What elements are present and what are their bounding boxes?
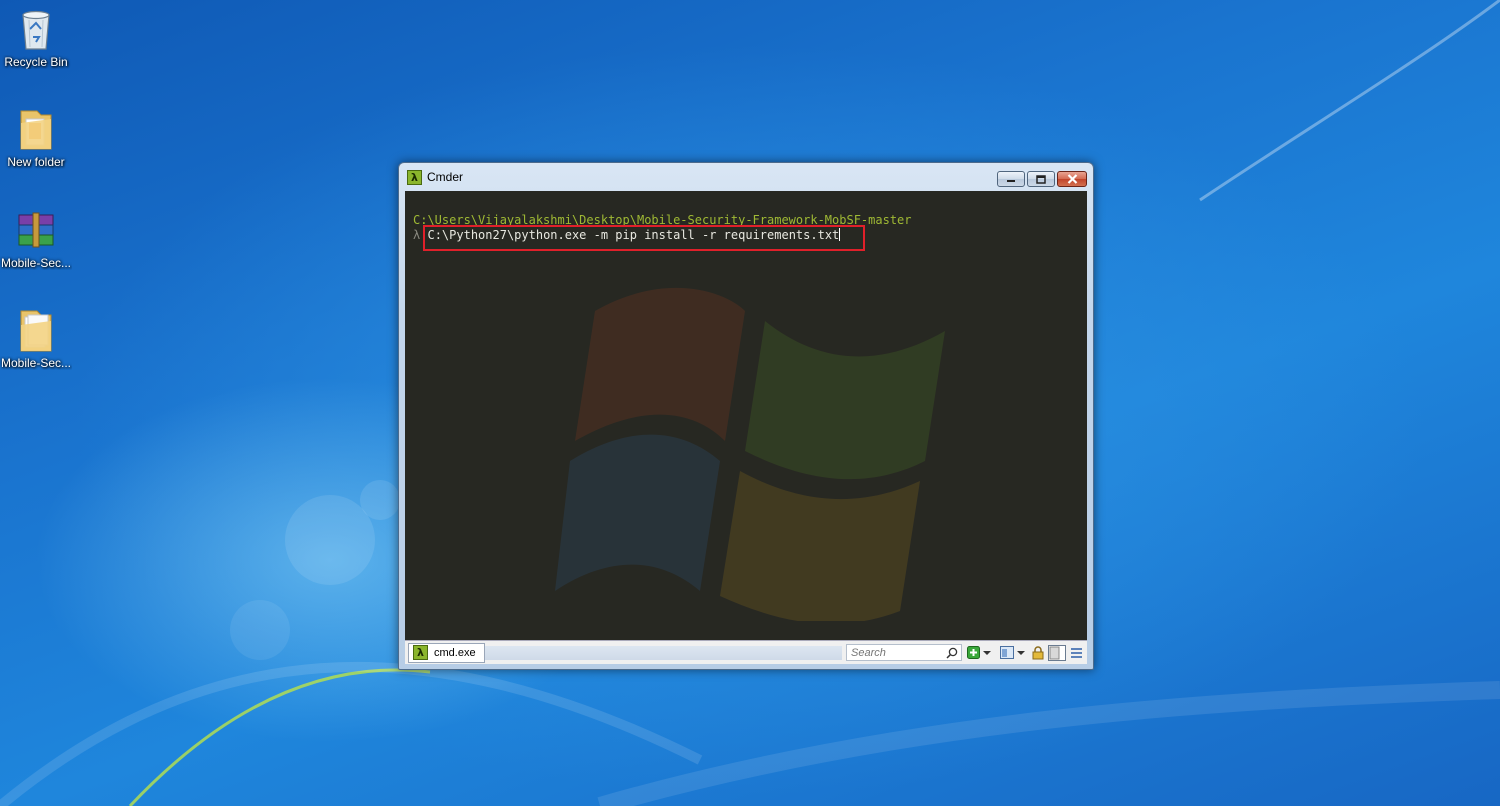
lambda-tab-icon: λ bbox=[413, 645, 428, 660]
window-controls bbox=[997, 171, 1087, 187]
winrar-archive-icon bbox=[14, 207, 58, 253]
folder-icon bbox=[14, 307, 58, 353]
search-icon[interactable] bbox=[946, 647, 958, 659]
windows-logo-watermark bbox=[555, 287, 945, 621]
add-icon bbox=[967, 646, 980, 659]
search-box[interactable] bbox=[846, 644, 962, 661]
new-console-button[interactable] bbox=[967, 646, 991, 659]
status-bar: λ cmd.exe bbox=[405, 640, 1087, 664]
chevron-down-icon[interactable] bbox=[1017, 650, 1025, 655]
desktop-icon-label: New folder bbox=[7, 155, 65, 169]
window-title: Cmder bbox=[427, 170, 464, 184]
chevron-down-icon[interactable] bbox=[983, 650, 991, 655]
maximize-icon bbox=[1036, 174, 1046, 184]
minimize-button[interactable] bbox=[997, 171, 1025, 187]
minimize-icon bbox=[1007, 180, 1015, 182]
command-highlight-box bbox=[423, 225, 865, 251]
maximize-button[interactable] bbox=[1027, 171, 1055, 187]
lambda-app-icon: λ bbox=[407, 169, 422, 185]
split-view-button[interactable] bbox=[1048, 644, 1066, 661]
search-input[interactable] bbox=[851, 646, 941, 659]
folder-icon bbox=[14, 106, 58, 152]
recycle-bin-icon bbox=[14, 6, 58, 52]
close-icon bbox=[1067, 174, 1077, 184]
window-layout-icon bbox=[1000, 646, 1014, 659]
desktop-icon-label: Mobile-Sec... bbox=[0, 256, 72, 270]
tab-label: cmd.exe bbox=[434, 646, 476, 659]
layout-button[interactable] bbox=[1000, 646, 1025, 659]
desktop-icon-mobile-sec-archive[interactable]: Mobile-Sec... bbox=[0, 207, 72, 270]
tab-cmd-exe[interactable]: λ cmd.exe bbox=[408, 642, 485, 663]
desktop-icon-label: Mobile-Sec... bbox=[0, 356, 72, 370]
desktop-icon-recycle-bin[interactable]: Recycle Bin bbox=[0, 6, 72, 69]
lock-button[interactable] bbox=[1032, 645, 1044, 660]
desktop-icon-mobile-sec-folder[interactable]: Mobile-Sec... bbox=[0, 307, 72, 370]
menu-button[interactable] bbox=[1070, 647, 1083, 659]
menu-icon bbox=[1071, 647, 1082, 658]
window-titlebar[interactable]: λ Cmder bbox=[399, 163, 1093, 191]
split-view-icon bbox=[1048, 644, 1066, 661]
terminal-area[interactable]: C:\Users\Vijayalakshmi\Desktop\Mobile-Se… bbox=[405, 191, 1087, 640]
cmder-window[interactable]: λ Cmder C:\Users\Vijayalakshmi\Desktop\M… bbox=[398, 162, 1094, 670]
lock-icon bbox=[1032, 645, 1044, 659]
tab-strip-fill bbox=[484, 645, 842, 660]
desktop-icon-label: Recycle Bin bbox=[4, 55, 68, 69]
prompt-symbol: λ bbox=[413, 228, 421, 242]
desktop-icon-new-folder[interactable]: New folder bbox=[0, 106, 72, 169]
close-button[interactable] bbox=[1057, 171, 1087, 187]
